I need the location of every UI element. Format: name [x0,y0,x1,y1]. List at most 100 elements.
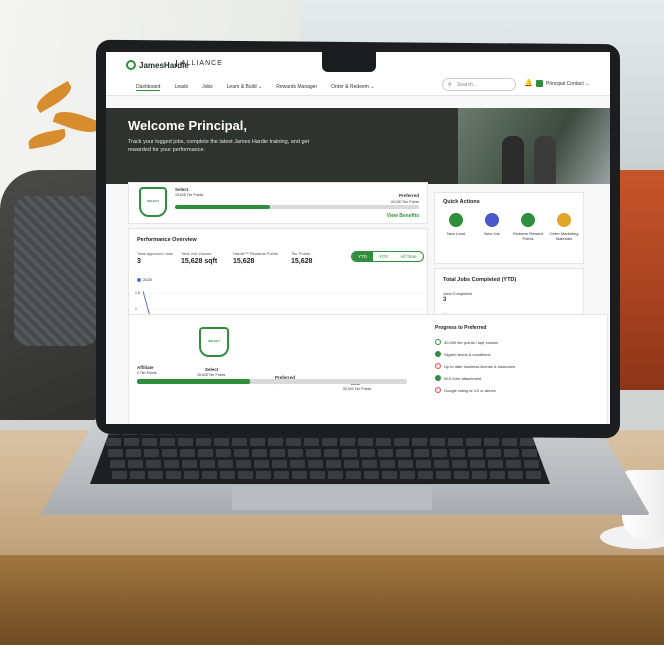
logo-icon [126,60,136,70]
keyboard-key [182,460,197,468]
keyboard-key [466,438,481,446]
check-icon [435,375,441,381]
order-materials-button[interactable]: Order Marketing Materials [547,213,581,241]
keyboard-key [286,438,301,446]
laptop-trackpad [232,486,432,510]
requirement-item: Signed terms & conditions [435,351,490,357]
toggle-yoy[interactable]: YOY [373,252,395,261]
keyboard-key [472,471,487,479]
keyboard-key [130,471,145,479]
badge-icon [557,213,571,227]
new-job-button[interactable]: New Job [475,213,509,236]
menu-item-jobs[interactable]: Jobs [202,84,213,91]
tier-progress-card: SELECT Affiliate 0 Tier Points Select 15… [128,314,608,424]
tier-affiliate: Affiliate [137,365,154,370]
keyboard-key [218,460,233,468]
performance-card: Performance Overview Total Approved Jobs… [128,228,428,326]
keyboard-key [398,460,413,468]
quick-actions-card: Quick Actions New Lead New Job Redeem Re… [434,192,584,264]
menu-item-rewards[interactable]: Rewards Manager [276,84,317,91]
keyboard-key [128,460,143,468]
keyboard-key [274,471,289,479]
toggle-all-time[interactable]: All Time [395,252,423,261]
keyboard-key [488,460,503,468]
menu-item-dashboard[interactable]: Dashboard [136,84,161,91]
redeem-points-button[interactable]: Redeem Reward Points [511,213,545,241]
tier-elite-points: 90,000 Tier Points [343,387,372,391]
keyboard-key [340,438,355,446]
keyboard-key [484,438,499,446]
new-lead-button[interactable]: New Lead [439,213,473,236]
user-menu[interactable]: Principal Contact ⌄ [536,80,589,87]
keyboard-key [506,460,521,468]
view-benefits-link[interactable]: View Benefits [387,213,419,219]
keyboard-key [252,449,267,457]
menu-item-learn[interactable]: Learn & Build ⌄ [227,84,263,91]
keyboard-key [200,460,215,468]
document-icon [449,213,463,227]
requirement-item: Up to date business license & insurance [435,363,515,369]
keyboard-key [452,460,467,468]
search-input[interactable]: ⚲ Search... [442,78,516,91]
keyboard-key [346,471,361,479]
avatar [536,80,543,87]
keyboard-key [196,438,211,446]
keyboard-key [124,438,139,446]
keyboard-key [448,438,463,446]
tier-affiliate-points: 0 Tier Points [137,371,157,375]
keyboard-key [198,449,213,457]
stat-job-volume: Total Job Volume 15,628 sqft [181,251,218,265]
menu-item-leads[interactable]: Leads [174,84,188,91]
keyboard-key [344,460,359,468]
keyboard-key [166,471,181,479]
keyboard-key [430,438,445,446]
keyboard-key [214,438,229,446]
keyboard-key [144,449,159,457]
keyboard-key [468,449,483,457]
tier-select: Select [205,367,219,372]
requirement-item: W-9 form attachment [435,375,481,381]
keyboard-key [270,449,285,457]
keyboard-key [250,438,265,446]
toggle-ytd[interactable]: YTD [352,252,373,261]
jobs-value: 3 [443,297,447,303]
quick-actions-title: Quick Actions [443,199,480,205]
keyboard-key [254,460,269,468]
keyboard-key [434,460,449,468]
keyboard-key [272,460,287,468]
table-edge [0,555,664,645]
keyboard-key [234,449,249,457]
stat-approved-jobs: Total Approved Jobs 3 [137,251,174,265]
keyboard-key [522,449,537,457]
partial-icon [435,339,441,345]
next-tier-points: 40,000 Tier Points [390,200,419,204]
keyboard-key [308,460,323,468]
keyboard-key [454,471,469,479]
keyboard-key [526,471,541,479]
select-badge-icon: SELECT [199,327,229,357]
keyboard-key [110,460,125,468]
camera-notch [322,52,376,72]
keyboard-key [292,471,307,479]
keyboard-key [412,438,427,446]
search-icon: ⚲ [448,82,452,88]
tier-progress-bar [175,205,419,209]
keyboard-key [238,471,253,479]
warning-icon [435,363,441,369]
keyboard-key [112,471,127,479]
welcome-text: Track your logged jobs, complete the lat… [128,139,310,153]
jobs-title: Total Jobs Completed (YTD) [443,277,517,283]
keyboard-key [328,471,343,479]
hardhat-icon [485,213,499,227]
keyboard-key [202,471,217,479]
page-title: Welcome Principal, [128,118,247,133]
keyboard-key [146,460,161,468]
keyboard-key [358,438,373,446]
menu-item-order[interactable]: Order & Redeem ⌄ [331,84,374,91]
tier-card: SELECT Select 15,628 Tier Points Preferr… [128,182,428,224]
select-badge-icon: SELECT [139,187,167,217]
keyboard-key [342,449,357,457]
bell-icon[interactable]: 🔔 [524,79,533,87]
keyboard-key [378,449,393,457]
keyboard-key [502,438,517,446]
